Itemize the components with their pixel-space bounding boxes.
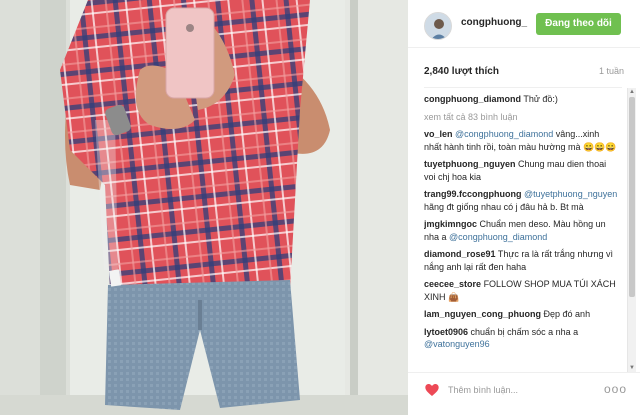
comment-mention[interactable]: @tuyetphuong_nguyen bbox=[524, 189, 617, 199]
comments-scrollbar[interactable]: ▲ ▼ bbox=[627, 88, 636, 372]
avatar-image bbox=[425, 13, 451, 39]
post-header: congphuong_ Đang theo dõi bbox=[408, 0, 640, 48]
mirror-selfie-image bbox=[0, 0, 408, 415]
scroll-up-arrow-icon[interactable]: ▲ bbox=[629, 89, 635, 95]
following-button[interactable]: Đang theo dõi bbox=[536, 13, 621, 35]
comment-item: trang99.fccongphuong @tuyetphuong_nguyen… bbox=[424, 188, 619, 213]
comment-item: lam_nguyen_cong_phuong Đẹp đó anh bbox=[424, 308, 619, 321]
divider bbox=[424, 87, 622, 88]
comment-username[interactable]: jmgkimngoc bbox=[424, 219, 477, 229]
post-timestamp[interactable]: 1 tuần bbox=[599, 66, 624, 76]
comment-item: diamond_rose91 Thực ra là rất trắng nhưn… bbox=[424, 248, 619, 273]
comment-text: hãng đt giống nhau có j đâu hả b. Bt mà bbox=[424, 201, 584, 212]
comment-username[interactable]: trang99.fccongphuong bbox=[424, 189, 522, 199]
comment-username[interactable]: lytoet0906 bbox=[424, 327, 468, 337]
likes-count[interactable]: 2,840 lượt thích bbox=[424, 66, 499, 77]
comment-mention[interactable]: @congphuong_diamond bbox=[455, 129, 553, 139]
avatar[interactable] bbox=[424, 12, 452, 40]
comment-username[interactable]: diamond_rose91 bbox=[424, 249, 496, 259]
add-comment-input[interactable] bbox=[448, 381, 588, 399]
comment-username[interactable]: tuyetphuong_nguyen bbox=[424, 159, 516, 169]
caption: congphuong_diamond Thử đồ:) bbox=[424, 93, 619, 106]
comment-username[interactable]: ceecee_store bbox=[424, 279, 481, 289]
post-photo[interactable] bbox=[0, 0, 408, 415]
scroll-down-arrow-icon[interactable]: ▼ bbox=[629, 365, 635, 371]
comment-item: jmgkimngoc Chuẩn men deso. Màu hồng un n… bbox=[424, 218, 619, 243]
comments-list: congphuong_diamond Thử đồ:) xem tất cả 8… bbox=[424, 93, 619, 375]
comment-item: vo_len @congphuong_diamond vâng...xinh n… bbox=[424, 128, 619, 153]
username-link[interactable]: congphuong_ bbox=[461, 17, 527, 28]
comment-mention[interactable]: @vatonguyen96 bbox=[424, 339, 490, 349]
comment-text: chuẩn bị chấm sóc a nha a bbox=[470, 326, 579, 337]
comment-item: tuyetphuong_nguyen Chung mau dien thoai … bbox=[424, 158, 619, 183]
comment-username[interactable]: vo_len bbox=[424, 129, 453, 139]
comment-text: Đẹp đó anh bbox=[543, 309, 591, 319]
comment-footer: ooo bbox=[408, 372, 640, 415]
more-options-icon[interactable]: ooo bbox=[604, 382, 627, 396]
likes-row: 2,840 lượt thích 1 tuần bbox=[424, 66, 624, 80]
comment-item: lytoet0906 chuẩn bị chấm sóc a nha a @va… bbox=[424, 326, 619, 351]
comment-username[interactable]: lam_nguyen_cong_phuong bbox=[424, 309, 541, 319]
heart-icon[interactable] bbox=[424, 382, 440, 398]
scroll-thumb[interactable] bbox=[629, 97, 635, 297]
comment-item: ceecee_store FOLLOW SHOP MUA TÚI XÁCH XI… bbox=[424, 278, 619, 303]
caption-text: Thử đồ:) bbox=[523, 94, 558, 104]
comment-mention[interactable]: @congphuong_diamond bbox=[449, 232, 547, 242]
view-all-comments-link[interactable]: xem tất cả 83 bình luận bbox=[424, 111, 619, 124]
caption-username[interactable]: congphuong_diamond bbox=[424, 94, 521, 104]
post-details-panel: congphuong_ Đang theo dõi 2,840 lượt thí… bbox=[408, 0, 640, 415]
